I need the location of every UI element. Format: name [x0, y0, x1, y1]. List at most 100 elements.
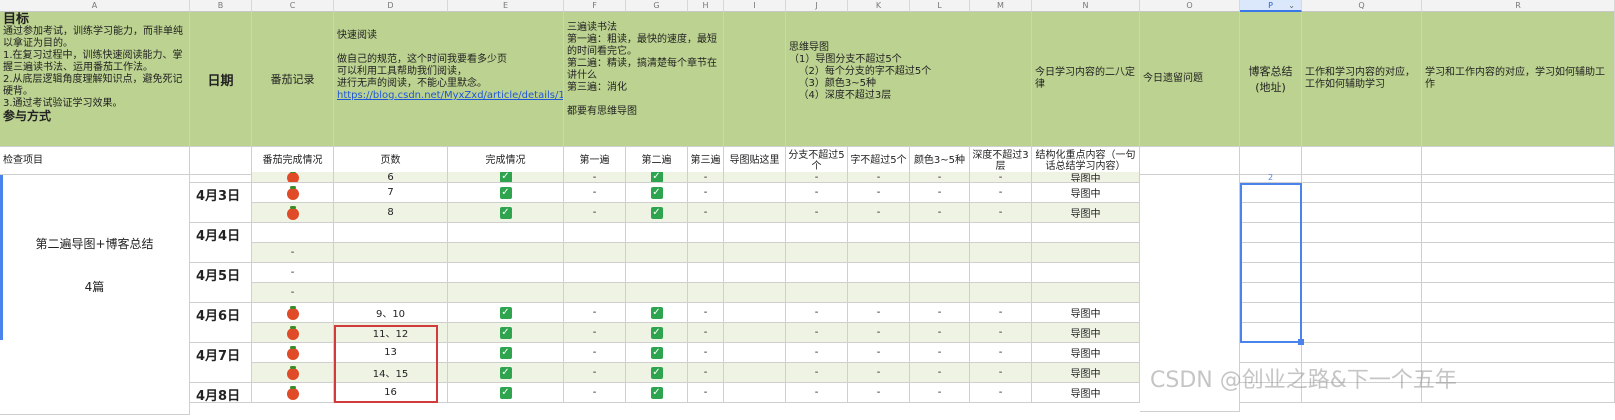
row-7-col-g[interactable]: ✓ — [626, 303, 688, 323]
row-7-col-f[interactable]: - — [564, 303, 626, 323]
subheader-f[interactable]: 第一遍 — [564, 147, 626, 175]
row-4-col-g[interactable] — [626, 243, 688, 263]
row-2-col-j[interactable]: - — [786, 203, 848, 223]
row-9-col-r[interactable] — [1422, 343, 1615, 363]
row-6-col-k[interactable] — [848, 283, 910, 303]
column-header-p[interactable]: P ⌄ — [1240, 0, 1302, 12]
row-4-col-i[interactable] — [724, 243, 786, 263]
subheader-j[interactable]: 分支不超过5个 — [786, 147, 848, 175]
subheader-empty[interactable] — [1422, 147, 1615, 175]
checkbox-checked-icon[interactable]: ✓ — [499, 172, 512, 182]
row-10-col-n[interactable]: 导图中 — [1032, 363, 1140, 383]
three-pass-header[interactable]: 三遍读书法 第一遍：粗读，最快的速度，最短的时间看完它。 第二遍：精读，搞清楚每… — [564, 12, 724, 147]
row-2-col-e[interactable]: ✓ — [448, 203, 564, 223]
row-1-col-n[interactable]: 导图中 — [1032, 183, 1140, 203]
row-1-col-p[interactable] — [1240, 183, 1302, 203]
row-4-col-n[interactable] — [1032, 243, 1140, 263]
row-8-col-p[interactable] — [1240, 323, 1302, 343]
checkbox-checked-icon[interactable]: ✓ — [650, 186, 663, 199]
row-4-col-q[interactable] — [1302, 243, 1422, 263]
column-header-l[interactable]: L — [910, 0, 970, 12]
row-4-col-d[interactable] — [334, 243, 448, 263]
checkbox-checked-icon[interactable]: ✓ — [650, 366, 663, 379]
row-0-col-c[interactable] — [252, 172, 334, 183]
row-2-col-l[interactable]: - — [910, 203, 970, 223]
date-header[interactable]: 日期 — [190, 12, 252, 147]
row-4-col-e[interactable] — [448, 243, 564, 263]
row-9-col-e[interactable]: ✓ — [448, 343, 564, 363]
fill-handle[interactable] — [1298, 339, 1304, 345]
row-10-col-k[interactable]: - — [848, 363, 910, 383]
date-cell[interactable]: 4月5日 — [190, 263, 252, 303]
subheader-empty[interactable] — [1240, 147, 1302, 175]
row-10-col-e[interactable]: ✓ — [448, 363, 564, 383]
row-2-col-m[interactable]: - — [970, 203, 1032, 223]
row-1-col-d[interactable]: 7 — [334, 183, 448, 203]
row-11-col-c[interactable] — [252, 383, 334, 403]
mindmap-rules-header[interactable]: 思维导图 （1）导图分支不超过5个 （2）每个分支的字不超过5个 （3）颜色3~… — [786, 12, 1032, 147]
row-5-col-p[interactable] — [1240, 263, 1302, 283]
row-1-col-c[interactable] — [252, 183, 334, 203]
column-header-q[interactable]: Q — [1302, 0, 1422, 12]
row-6-col-f[interactable] — [564, 283, 626, 303]
row-10-col-p[interactable] — [1240, 363, 1302, 383]
row-3-col-d[interactable] — [334, 223, 448, 243]
remaining-issues-header[interactable]: 今日遗留问题 — [1140, 12, 1240, 147]
row-11-col-k[interactable]: - — [848, 383, 910, 403]
row-6-col-r[interactable] — [1422, 283, 1615, 303]
row-1-col-l[interactable]: - — [910, 183, 970, 203]
row-2-col-k[interactable]: - — [848, 203, 910, 223]
column-header-f[interactable]: F — [564, 0, 626, 12]
subheader-n[interactable]: 结构化重点内容（一句话总结学习内容） — [1032, 147, 1140, 175]
row-4-col-k[interactable] — [848, 243, 910, 263]
row-10-col-m[interactable]: - — [970, 363, 1032, 383]
row-2-col-r[interactable] — [1422, 203, 1615, 223]
checkbox-checked-icon[interactable]: ✓ — [499, 366, 512, 379]
row-9-col-m[interactable]: - — [970, 343, 1032, 363]
row-4-col-p[interactable] — [1240, 243, 1302, 263]
checkbox-checked-icon[interactable]: ✓ — [650, 326, 663, 339]
column-header-r[interactable]: R — [1422, 0, 1615, 12]
row-7-col-h[interactable]: - — [688, 303, 724, 323]
subheader-h[interactable]: 第三遍 — [688, 147, 724, 175]
row-1-col-f[interactable]: - — [564, 183, 626, 203]
study-work-header[interactable]: 学习和工作内容的对应，学习如何辅助工作 — [1422, 12, 1615, 147]
row-11-col-q[interactable] — [1302, 383, 1422, 403]
row-0-col-h[interactable]: - — [688, 172, 724, 183]
subheader-k[interactable]: 字不超过5个 — [848, 147, 910, 175]
row-7-col-j[interactable]: - — [786, 303, 848, 323]
remaining-issues-merged-cell[interactable] — [1140, 172, 1240, 412]
row-4-col-l[interactable] — [910, 243, 970, 263]
row-3-col-m[interactable] — [970, 223, 1032, 243]
row-8-col-i[interactable] — [724, 323, 786, 343]
date-cell[interactable]: 4月3日 — [190, 183, 252, 223]
row-5-col-g[interactable] — [626, 263, 688, 283]
pareto-header[interactable]: 今日学习内容的二八定律 — [1032, 12, 1140, 147]
row-9-col-n[interactable]: 导图中 — [1032, 343, 1140, 363]
row-11-col-h[interactable]: - — [688, 383, 724, 403]
blog-summary-header[interactable]: 博客总结 (地址) — [1240, 12, 1302, 147]
row-7-col-c[interactable] — [252, 303, 334, 323]
row-9-col-h[interactable]: - — [688, 343, 724, 363]
row-7-col-k[interactable]: - — [848, 303, 910, 323]
row-7-col-n[interactable]: 导图中 — [1032, 303, 1140, 323]
row-2-col-i[interactable] — [724, 203, 786, 223]
row-6-col-g[interactable] — [626, 283, 688, 303]
row-0-col-e[interactable]: ✓ — [448, 172, 564, 183]
work-study-header[interactable]: 工作和学习内容的对应，工作如何辅助学习 — [1302, 12, 1422, 147]
row-5-col-c[interactable]: - — [252, 263, 334, 283]
row-8-col-e[interactable]: ✓ — [448, 323, 564, 343]
row-7-col-r[interactable] — [1422, 303, 1615, 323]
subheader-m[interactable]: 深度不超过3层 — [970, 147, 1032, 175]
row-2-col-d[interactable]: 8 — [334, 203, 448, 223]
row-11-col-l[interactable]: - — [910, 383, 970, 403]
row-8-col-l[interactable]: - — [910, 323, 970, 343]
row-1-col-i[interactable] — [724, 183, 786, 203]
row-2-col-c[interactable] — [252, 203, 334, 223]
tomato-record-header[interactable]: 番茄记录 — [252, 12, 334, 147]
subheader-i[interactable]: 导图贴这里 — [724, 147, 786, 175]
row-6-col-h[interactable] — [688, 283, 724, 303]
row-8-col-h[interactable]: - — [688, 323, 724, 343]
row-7-col-d[interactable]: 9、10 — [334, 303, 448, 323]
spreadsheet[interactable]: A B C D E F G H I J K L M N O P ⌄ Q R 目标 通过参加考试，训练学习能力，而非单纯以… — [0, 0, 1615, 420]
